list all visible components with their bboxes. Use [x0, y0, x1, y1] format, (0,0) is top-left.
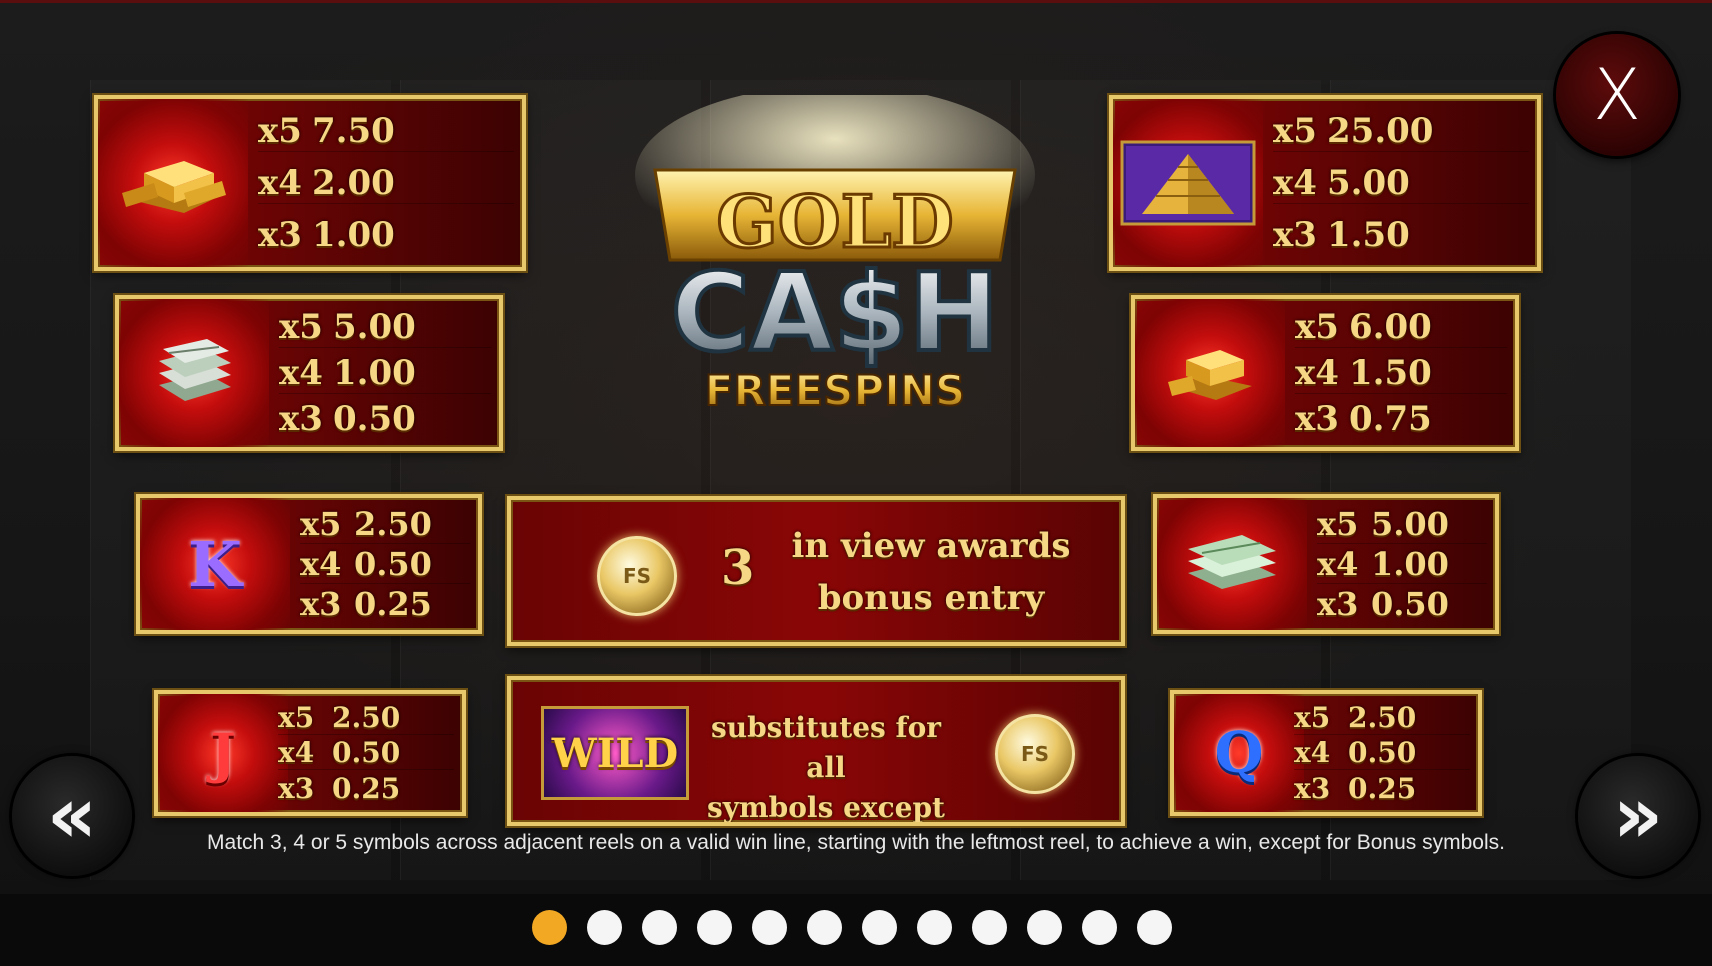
payout: 2.00: [312, 162, 395, 203]
multiplier: x5: [1317, 504, 1359, 543]
multiplier: x4: [258, 162, 302, 203]
multiplier: x3: [279, 398, 323, 439]
page-dot[interactable]: [862, 910, 897, 945]
wild-line-1: substitutes for all: [710, 711, 942, 784]
gold-pyramid-icon: [1113, 99, 1263, 267]
paytable-gold-bars-small: x5 6.00 x4 1.50 x3 0.75: [1131, 295, 1519, 451]
multiplier: x3: [300, 585, 342, 624]
multiplier: x5: [279, 307, 323, 348]
multiplier: x4: [1295, 352, 1339, 393]
multiplier: x4: [279, 352, 323, 393]
chevron-right-icon: »: [1612, 771, 1664, 861]
page-dot[interactable]: [587, 910, 622, 945]
letter-j-icon: J: [210, 721, 236, 785]
multiplier: x3: [258, 215, 302, 256]
svg-text:CA$H: CA$H: [671, 251, 999, 376]
top-accent-line: [0, 0, 1712, 3]
payout: 1.00: [1371, 544, 1449, 583]
game-logo: GOLD CA$H FREESPINS: [615, 85, 1055, 435]
cash-bundle-icon: [119, 299, 269, 447]
page-dot[interactable]: [972, 910, 1007, 945]
payout: 2.50: [332, 700, 401, 734]
page-dot[interactable]: [1027, 910, 1062, 945]
payout: 0.50: [1348, 736, 1417, 770]
page-dot[interactable]: [807, 910, 842, 945]
multiplier: x4: [278, 736, 315, 770]
gold-bar-icon: [98, 99, 248, 267]
close-button[interactable]: X: [1556, 34, 1678, 156]
payout: 1.00: [333, 352, 416, 393]
multiplier: x4: [1317, 544, 1359, 583]
multiplier: x5: [300, 504, 342, 543]
multiplier: x3: [1294, 772, 1331, 806]
payout: 6.00: [1349, 307, 1432, 348]
payout: 0.25: [354, 585, 432, 624]
letter-k-icon: K: [188, 527, 242, 601]
next-page-button[interactable]: »: [1578, 756, 1698, 876]
multiplier: x3: [1317, 585, 1359, 624]
payout: 0.25: [1348, 772, 1417, 806]
paytable-letter-k: K x5 2.50 x4 0.50 x3 0.25: [136, 494, 482, 634]
wild-line-2: symbols except: [707, 791, 945, 824]
multiplier: x5: [1295, 307, 1339, 348]
page-dot[interactable]: [917, 910, 952, 945]
close-icon: X: [1593, 54, 1641, 136]
freespins-coin-icon: FS: [597, 536, 677, 616]
page-dot[interactable]: [752, 910, 787, 945]
multiplier: x5: [278, 700, 315, 734]
payout: 0.25: [332, 772, 401, 806]
payout: 1.00: [312, 215, 395, 256]
bonus-count: 3: [721, 540, 755, 596]
paytable-gold-bar: x5 7.50 x4 2.00 x3 1.00: [94, 95, 526, 271]
payout: 25.00: [1327, 110, 1434, 151]
wild-panel: WILD substitutes for all symbols except …: [507, 676, 1125, 826]
multiplier: x3: [1295, 398, 1339, 439]
payout: 2.50: [354, 504, 432, 543]
payout: 0.50: [332, 736, 401, 770]
multiplier: x4: [1294, 736, 1331, 770]
paytable-letter-q: Q x5 2.50 x4 0.50 x3 0.25: [1170, 690, 1482, 816]
paytable-cash-stack: x5 5.00 x4 1.00 x3 0.50: [1153, 494, 1499, 634]
payout: 0.50: [354, 544, 432, 583]
multiplier: x3: [1273, 215, 1317, 256]
payout: 5.00: [333, 307, 416, 348]
gold-bars-icon: [1135, 299, 1285, 447]
page-dot[interactable]: [1082, 910, 1117, 945]
page-dot[interactable]: [1137, 910, 1172, 945]
wild-icon: WILD: [541, 706, 689, 800]
chevron-left-icon: «: [46, 771, 98, 861]
payout: 5.00: [1371, 504, 1449, 543]
multiplier: x5: [1294, 700, 1331, 734]
bonus-line-1: in view awards: [791, 526, 1071, 566]
paytable-letter-j: J x5 2.50 x4 0.50 x3 0.25: [154, 690, 466, 816]
cash-stack-icon: [1157, 498, 1307, 630]
multiplier: x4: [1273, 162, 1317, 203]
payout: 0.50: [1371, 585, 1449, 624]
rules-text: Match 3, 4 or 5 symbols across adjacent …: [207, 831, 1505, 854]
payout: 2.50: [1348, 700, 1417, 734]
paytable-cash-stack-small: x5 5.00 x4 1.00 x3 0.50: [115, 295, 503, 451]
multiplier: x5: [1273, 110, 1317, 151]
bonus-line-2: bonus entry: [817, 578, 1045, 618]
page-dot[interactable]: [642, 910, 677, 945]
payout: 1.50: [1349, 352, 1432, 393]
paytable-gold-pyramid: x5 25.00 x4 5.00 x3 1.50: [1109, 95, 1541, 271]
bonus-panel: FS 3 in view awards bonus entry: [507, 496, 1125, 646]
multiplier: x5: [258, 110, 302, 151]
page-indicator: [532, 910, 1172, 945]
payout: 7.50: [312, 110, 395, 151]
svg-text:FREESPINS: FREESPINS: [705, 366, 965, 415]
page-dot-active[interactable]: [532, 910, 567, 945]
multiplier: x3: [278, 772, 315, 806]
payout: 0.75: [1349, 398, 1432, 439]
previous-page-button[interactable]: «: [12, 756, 132, 876]
letter-q-icon: Q: [1214, 720, 1264, 786]
page-dot[interactable]: [697, 910, 732, 945]
freespins-coin-icon: FS: [995, 714, 1075, 794]
payout: 0.50: [333, 398, 416, 439]
payout: 5.00: [1327, 162, 1410, 203]
payout: 1.50: [1327, 215, 1410, 256]
multiplier: x4: [300, 544, 342, 583]
